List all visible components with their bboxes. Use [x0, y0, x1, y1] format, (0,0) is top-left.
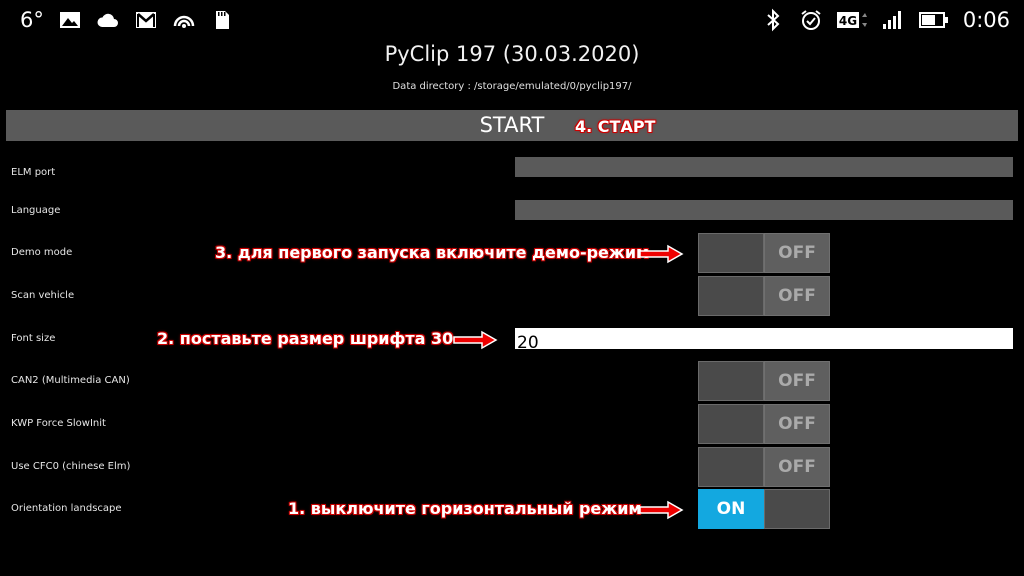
font-size-input[interactable]: 20: [515, 328, 1013, 349]
status-bar: 6° 4G 0:06: [0, 0, 1024, 40]
toggle-knob: [698, 447, 764, 487]
bluetooth-icon: [761, 8, 785, 32]
annotation-step3: 3. для первого запуска включите демо-реж…: [215, 243, 650, 262]
gmail-icon: [134, 8, 158, 32]
toggle-state-text: OFF: [764, 447, 830, 487]
language-label: Language: [11, 205, 61, 216]
scan-vehicle-label: Scan vehicle: [11, 290, 75, 301]
annotation-step4: 4. СТАРТ: [575, 117, 656, 136]
battery-icon: [918, 8, 949, 32]
demo-mode-label: Demo mode: [11, 247, 73, 258]
use-cfc0-toggle[interactable]: OFF: [698, 447, 830, 487]
annotation-step2: 2. поставьте размер шрифта 30: [157, 329, 454, 348]
language-spinner[interactable]: [515, 200, 1013, 220]
temperature-text: 6°: [20, 8, 44, 32]
start-button-label: START: [479, 113, 545, 137]
signal-icon: [881, 8, 905, 32]
arrow-right-icon: [638, 500, 684, 520]
toggle-knob: [698, 233, 764, 273]
kwp-force-toggle[interactable]: OFF: [698, 404, 830, 444]
annotation-step1: 1. выключите горизонтальный режим: [288, 499, 642, 518]
data-directory-text: Data directory : /storage/emulated/0/pyc…: [392, 81, 632, 92]
use-cfc0-label: Use CFC0 (chinese Elm): [11, 461, 131, 472]
cloud-icon: [96, 8, 120, 32]
network-type-text: 4G: [839, 14, 857, 28]
toggle-knob: [698, 276, 764, 316]
toggle-state-text: ON: [698, 489, 764, 529]
arrow-right-icon: [452, 330, 498, 350]
orientation-toggle[interactable]: ON: [698, 489, 830, 529]
network-4g-icon: 4G: [836, 8, 867, 32]
font-size-label: Font size: [11, 333, 56, 344]
alarm-icon: [799, 8, 823, 32]
toggle-state-text: OFF: [764, 404, 830, 444]
image-icon: [58, 8, 82, 32]
start-button[interactable]: START: [6, 110, 1018, 141]
app-title: PyClip 197 (30.03.2020): [384, 42, 640, 66]
arrow-right-icon: [638, 244, 684, 264]
clock-text: 0:06: [962, 8, 1010, 32]
toggle-state-text: OFF: [764, 233, 830, 273]
toggle-state-text: OFF: [764, 276, 830, 316]
elm-port-label: ELM port: [11, 167, 56, 178]
toggle-knob: [764, 489, 830, 529]
toggle-knob: [698, 361, 764, 401]
can2-label: CAN2 (Multimedia CAN): [11, 375, 130, 386]
demo-mode-toggle[interactable]: OFF: [698, 233, 830, 273]
scan-vehicle-toggle[interactable]: OFF: [698, 276, 830, 316]
kwp-force-label: KWP Force SlowInit: [11, 418, 106, 429]
sd-card-icon: [210, 8, 234, 32]
orientation-label: Orientation landscape: [11, 503, 122, 514]
toggle-state-text: OFF: [764, 361, 830, 401]
elm-port-spinner[interactable]: [515, 157, 1013, 177]
toggle-knob: [698, 404, 764, 444]
can2-toggle[interactable]: OFF: [698, 361, 830, 401]
wifi-hotspot-icon: [172, 8, 196, 32]
